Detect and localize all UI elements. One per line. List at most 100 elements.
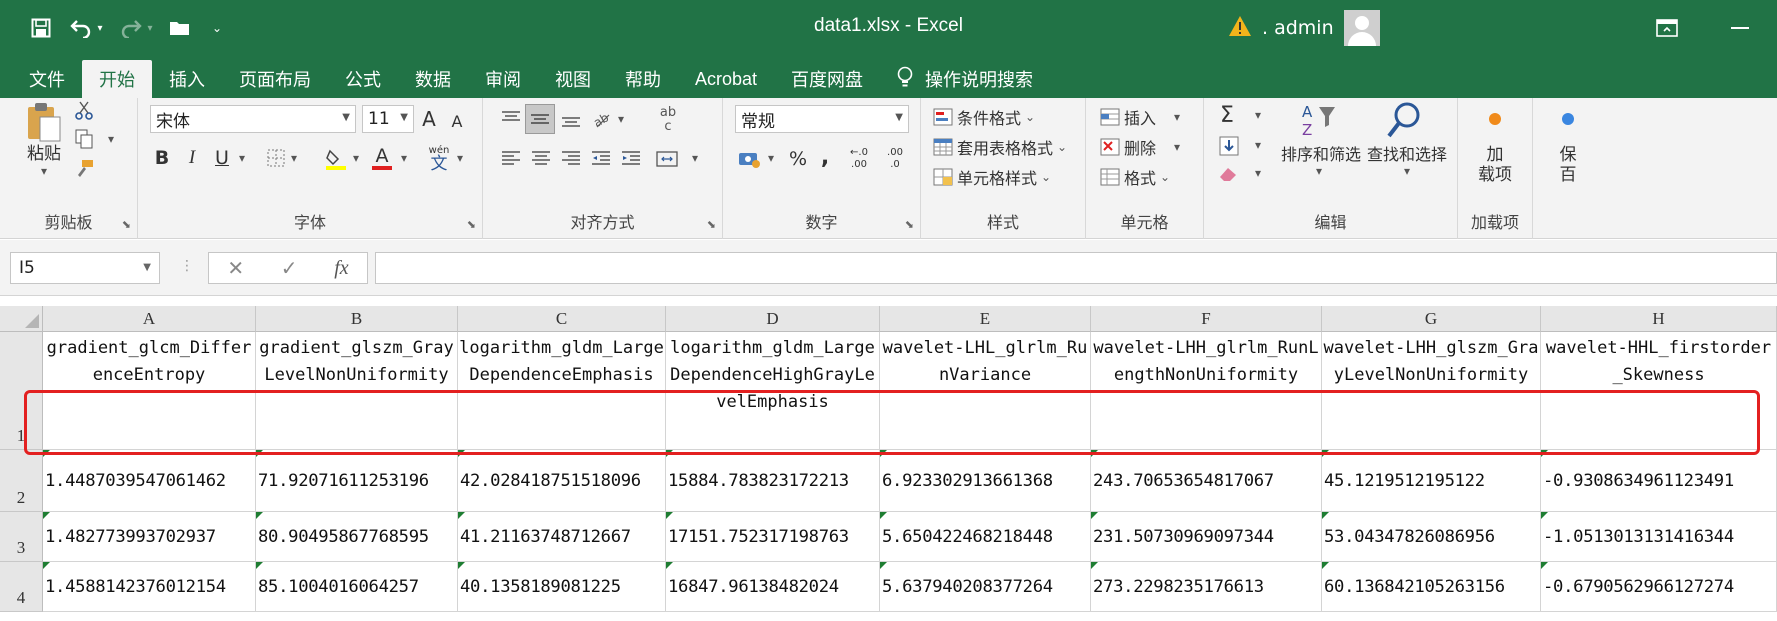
clipboard-launcher-icon[interactable]: ⬊ bbox=[122, 218, 131, 231]
conditional-formatting-button[interactable]: 条件格式 ⌄ bbox=[933, 104, 1083, 130]
addins-icon[interactable] bbox=[1482, 108, 1508, 130]
header-cell[interactable]: wavelet-LHH_glszm_GrayLevelNonUniformity bbox=[1322, 332, 1541, 450]
data-cell[interactable]: 1.4588142376012154 bbox=[43, 562, 256, 612]
data-cell[interactable]: 53.04347826086956 bbox=[1322, 512, 1541, 562]
column-header-e[interactable]: E bbox=[880, 306, 1091, 332]
tab-page-layout[interactable]: 页面布局 bbox=[222, 60, 328, 98]
addins-button-line2[interactable]: 载项 bbox=[1470, 162, 1520, 185]
phonetic-dropdown-icon[interactable]: ▾ bbox=[454, 150, 466, 166]
copy-dropdown-icon[interactable]: ▾ bbox=[104, 132, 118, 146]
align-top-icon[interactable] bbox=[497, 106, 525, 132]
sort-filter-dropdown-icon[interactable]: ▾ bbox=[1312, 164, 1326, 178]
minimize-icon[interactable] bbox=[1725, 14, 1755, 42]
autosum-icon[interactable]: Σ bbox=[1214, 102, 1240, 128]
select-all-corner[interactable] bbox=[0, 306, 43, 332]
font-color-icon[interactable]: A bbox=[370, 144, 394, 172]
data-cell[interactable]: 16847.96138482024 bbox=[666, 562, 880, 612]
fill-color-icon[interactable] bbox=[324, 146, 348, 172]
paste-dropdown-icon[interactable]: ▾ bbox=[36, 164, 52, 178]
header-cell[interactable]: wavelet-LHL_glrlm_RunVariance bbox=[880, 332, 1091, 450]
row-header-3[interactable]: 3 bbox=[0, 512, 43, 562]
name-box-dropdown-icon[interactable]: ▼ bbox=[143, 262, 151, 273]
underline-button[interactable]: U bbox=[210, 146, 234, 170]
sort-filter-icon[interactable]: AZ bbox=[1298, 100, 1342, 140]
data-cell[interactable]: 1.482773993702937 bbox=[43, 512, 256, 562]
data-cell[interactable]: 15884.783823172213 bbox=[666, 450, 880, 512]
number-launcher-icon[interactable]: ⬊ bbox=[905, 218, 914, 231]
paste-icon[interactable] bbox=[22, 100, 66, 144]
data-cell[interactable]: 231.50730969097344 bbox=[1091, 512, 1322, 562]
data-cell[interactable]: 40.1358189081225 bbox=[458, 562, 666, 612]
tab-data[interactable]: 数据 bbox=[398, 60, 468, 98]
column-header-a[interactable]: A bbox=[43, 306, 256, 332]
increase-decimal-button[interactable]: ←.0 .00 bbox=[843, 144, 875, 174]
font-size-dropdown[interactable]: 11 ▼ bbox=[362, 105, 414, 133]
format-cells-button[interactable]: 格式 ⌄ bbox=[1100, 164, 1200, 190]
tell-me-search[interactable]: 操作说明搜索 bbox=[880, 60, 1050, 98]
column-header-c[interactable]: C bbox=[458, 306, 666, 332]
column-header-h[interactable]: H bbox=[1541, 306, 1777, 332]
italic-button[interactable]: I bbox=[180, 146, 204, 170]
align-left-icon[interactable] bbox=[497, 146, 525, 172]
data-cell[interactable]: 42.028418751518096 bbox=[458, 450, 666, 512]
baidu-save-line2[interactable]: 百 bbox=[1555, 162, 1581, 185]
copy-icon[interactable] bbox=[72, 128, 96, 150]
align-center-icon[interactable] bbox=[527, 146, 555, 172]
find-select-icon[interactable] bbox=[1384, 100, 1424, 140]
row-header-1[interactable]: 1 bbox=[0, 332, 43, 450]
insert-cells-button[interactable]: 插入 ▾ bbox=[1100, 104, 1200, 130]
orientation-icon[interactable]: ab bbox=[589, 106, 615, 132]
underline-dropdown-icon[interactable]: ▾ bbox=[236, 150, 248, 166]
header-cell[interactable]: wavelet-HHL_firstorder_Skewness bbox=[1541, 332, 1777, 450]
insert-function-icon[interactable]: fx bbox=[334, 257, 348, 280]
increase-indent-icon[interactable] bbox=[617, 146, 645, 172]
tab-view[interactable]: 视图 bbox=[538, 60, 608, 98]
shrink-font-icon[interactable]: A bbox=[446, 107, 468, 135]
fill-icon[interactable] bbox=[1216, 134, 1242, 158]
header-cell[interactable]: logarithm_gldm_LargeDependenceEmphasis bbox=[458, 332, 666, 450]
tab-home[interactable]: 开始 bbox=[82, 60, 152, 98]
tab-formulas[interactable]: 公式 bbox=[328, 60, 398, 98]
phonetic-icon[interactable]: wén 文 bbox=[426, 144, 452, 174]
fill-dropdown-icon[interactable]: ▾ bbox=[1252, 138, 1264, 152]
fill-color-dropdown-icon[interactable]: ▾ bbox=[350, 150, 362, 166]
sort-filter-button[interactable]: 排序和筛选 bbox=[1278, 142, 1364, 164]
header-cell[interactable]: gradient_glszm_GrayLevelNonUniformity bbox=[256, 332, 458, 450]
baidu-save-icon[interactable] bbox=[1555, 108, 1581, 130]
percent-button[interactable]: % bbox=[785, 146, 811, 172]
row-header-4[interactable]: 4 bbox=[0, 562, 43, 612]
tab-baidu-netdisk[interactable]: 百度网盘 bbox=[774, 60, 880, 98]
warning-icon[interactable] bbox=[1228, 15, 1252, 42]
number-format-dropdown[interactable]: 常规 ▼ bbox=[735, 105, 909, 133]
data-cell[interactable]: 60.136842105263156 bbox=[1322, 562, 1541, 612]
align-middle-icon[interactable] bbox=[525, 104, 555, 134]
alignment-launcher-icon[interactable]: ⬊ bbox=[707, 218, 716, 231]
border-icon[interactable] bbox=[264, 146, 288, 170]
column-header-d[interactable]: D bbox=[666, 306, 880, 332]
data-cell[interactable]: 243.70653654817067 bbox=[1091, 450, 1322, 512]
data-cell[interactable]: 71.92071611253196 bbox=[256, 450, 458, 512]
data-cell[interactable]: -0.6790562966127274 bbox=[1541, 562, 1777, 612]
tab-insert[interactable]: 插入 bbox=[152, 60, 222, 98]
data-cell[interactable]: -0.9308634961123491 bbox=[1541, 450, 1777, 512]
font-launcher-icon[interactable]: ⬊ bbox=[467, 218, 476, 231]
data-cell[interactable]: 5.637940208377264 bbox=[880, 562, 1091, 612]
ribbon-display-icon[interactable] bbox=[1652, 14, 1682, 42]
column-header-f[interactable]: F bbox=[1091, 306, 1322, 332]
header-cell[interactable]: logarithm_gldm_LargeDependenceHighGrayLe… bbox=[666, 332, 880, 450]
formula-input[interactable] bbox=[375, 252, 1777, 284]
accounting-dropdown-icon[interactable]: ▾ bbox=[765, 150, 777, 166]
decrease-indent-icon[interactable] bbox=[587, 146, 615, 172]
orientation-dropdown-icon[interactable]: ▾ bbox=[615, 112, 627, 126]
cut-icon[interactable] bbox=[72, 100, 96, 122]
align-bottom-icon[interactable] bbox=[557, 106, 585, 132]
comma-button[interactable]: , bbox=[815, 144, 835, 170]
find-select-dropdown-icon[interactable]: ▾ bbox=[1400, 164, 1414, 178]
font-name-dropdown[interactable]: 宋体 ▼ bbox=[150, 105, 356, 133]
data-cell[interactable]: 85.1004016064257 bbox=[256, 562, 458, 612]
border-dropdown-icon[interactable]: ▾ bbox=[288, 150, 300, 166]
format-painter-icon[interactable] bbox=[72, 158, 96, 180]
grow-font-icon[interactable]: A bbox=[418, 105, 440, 133]
column-header-g[interactable]: G bbox=[1322, 306, 1541, 332]
data-cell[interactable]: 41.21163748712667 bbox=[458, 512, 666, 562]
